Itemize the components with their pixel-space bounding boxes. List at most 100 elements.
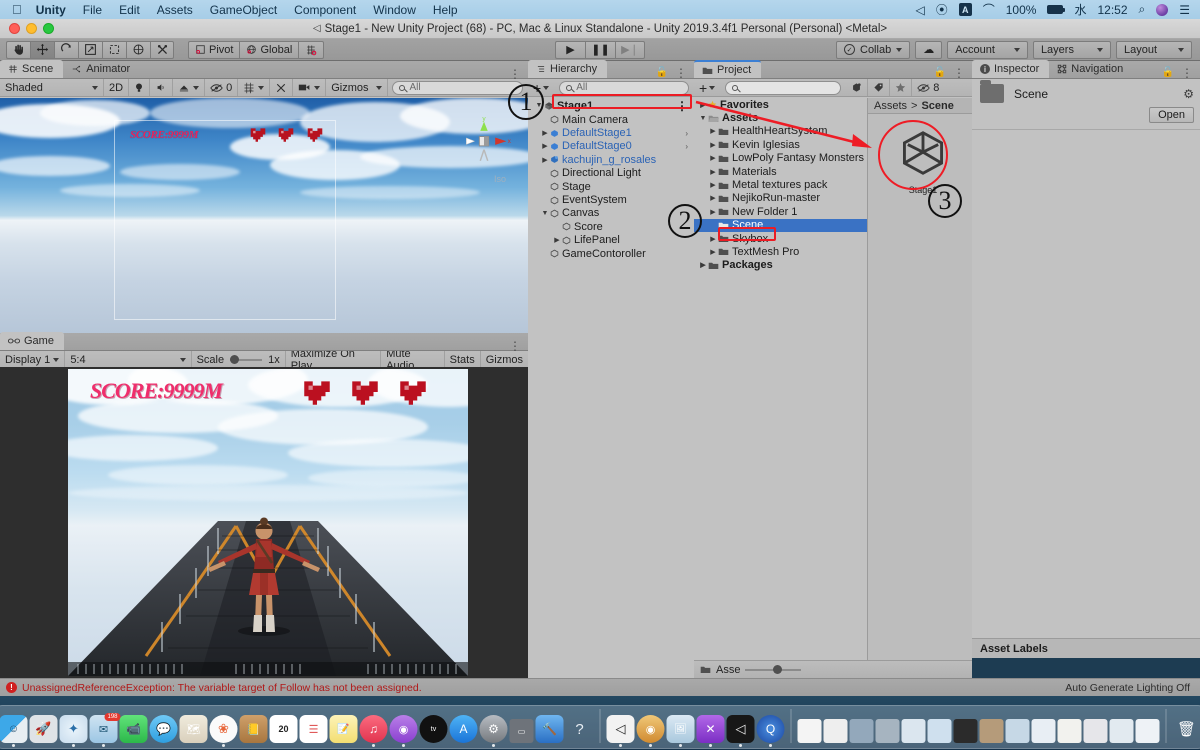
- xcode-icon[interactable]: 🔨: [535, 715, 564, 743]
- hierarchy-item[interactable]: Directional Light: [528, 167, 694, 180]
- tab-game[interactable]: Game: [0, 332, 64, 350]
- game-viewport[interactable]: SCORE:9999M: [0, 367, 528, 678]
- stats-button[interactable]: Stats: [445, 351, 481, 368]
- help-icon[interactable]: ?: [566, 715, 594, 743]
- visual-studio-code-icon[interactable]: ✕: [696, 715, 725, 747]
- facetime-icon[interactable]: 📹: [119, 715, 148, 743]
- prefab-chevron-icon[interactable]: ›: [685, 142, 694, 151]
- hierarchy-tree[interactable]: ▼ Stage1 ⋮ Main Camera ▶ DefaultStage1 ›…: [528, 98, 694, 678]
- unity-hub-icon[interactable]: ◁: [726, 715, 755, 747]
- game-options-menu[interactable]: ⋮: [509, 340, 521, 352]
- layers-button[interactable]: Layers: [1032, 40, 1111, 59]
- pause-button[interactable]: ❚❚: [585, 40, 615, 59]
- siri-icon[interactable]: [1156, 3, 1169, 16]
- inspector-options-menu[interactable]: ⋮: [1181, 67, 1193, 79]
- photos-icon[interactable]: ❀: [209, 715, 238, 747]
- asset-size-slider[interactable]: [745, 665, 802, 674]
- gear-icon[interactable]: ⚙: [1183, 87, 1194, 101]
- clock-time[interactable]: 12:52: [1097, 3, 1127, 17]
- messages-icon[interactable]: 💬: [149, 715, 178, 743]
- collab-button[interactable]: ✓ Collab: [836, 40, 911, 59]
- lightbulb-icon[interactable]: [129, 79, 151, 96]
- expand-arrow-icon[interactable]: ▶: [698, 101, 708, 109]
- scale-slider[interactable]: Scale 1x: [192, 351, 286, 368]
- expand-arrow-icon[interactable]: ▶: [540, 142, 550, 150]
- expand-arrow-icon[interactable]: ▶: [708, 127, 718, 135]
- prefab-chevron-icon[interactable]: ›: [685, 129, 694, 138]
- lock-icon[interactable]: 🔓: [656, 67, 668, 78]
- project-tree-item[interactable]: ▶ Kevin Iglesias: [694, 138, 867, 151]
- expand-arrow-icon[interactable]: ▶: [552, 236, 562, 244]
- mute-audio-button[interactable]: Mute Audio: [381, 348, 445, 372]
- collapse-arrow-icon[interactable]: ▼: [698, 115, 708, 122]
- status-bar[interactable]: ! UnassignedReferenceException: The vari…: [0, 678, 1200, 696]
- spotlight-search-icon[interactable]: ⌕: [1139, 2, 1146, 17]
- quicktime-icon[interactable]: Q: [756, 715, 785, 747]
- project-tree-item[interactable]: ▼ Assets: [694, 111, 867, 124]
- scene-camera-dropdown[interactable]: [293, 79, 327, 96]
- appletv-icon[interactable]: tv: [419, 715, 448, 743]
- scene-tools-icon[interactable]: [270, 79, 294, 96]
- mail-icon[interactable]: ✉ 198: [89, 713, 121, 747]
- slider-knob[interactable]: [773, 665, 783, 674]
- game-gizmos-button[interactable]: Gizmos: [481, 351, 528, 368]
- tab-hierarchy[interactable]: Hierarchy: [528, 60, 608, 78]
- scale-tool-button[interactable]: [78, 40, 102, 59]
- play-button[interactable]: ▶: [555, 40, 585, 59]
- expand-arrow-icon[interactable]: ▶: [708, 208, 718, 216]
- preview-icon[interactable]: 🖼: [666, 715, 695, 747]
- podcast-icon[interactable]: ⦿: [936, 1, 948, 18]
- project-tree-item[interactable]: ▶ New Folder 1: [694, 205, 867, 218]
- project-tree-item[interactable]: ▶ TextMesh Pro: [694, 245, 867, 258]
- system-preferences-icon[interactable]: ⚙: [479, 715, 508, 747]
- expand-arrow-icon[interactable]: ▶: [708, 235, 718, 243]
- menu-gameobject[interactable]: GameObject: [210, 3, 277, 17]
- project-tree-item[interactable]: ▶ Materials: [694, 165, 867, 178]
- hierarchy-item[interactable]: Main Camera: [528, 113, 694, 126]
- projection-mode-label[interactable]: Iso: [494, 174, 506, 184]
- lock-icon[interactable]: 🔓: [934, 67, 946, 78]
- expand-arrow-icon[interactable]: ▶: [708, 141, 718, 149]
- open-button[interactable]: Open: [1149, 107, 1194, 123]
- hierarchy-item[interactable]: ▶ DefaultStage1 ›: [528, 126, 694, 139]
- pivot-toggle-button[interactable]: Pivot: [188, 40, 240, 59]
- minimized-window-8[interactable]: [979, 719, 1004, 743]
- blender-icon[interactable]: ◉: [636, 715, 665, 747]
- rect-tool-button[interactable]: [102, 40, 126, 59]
- expand-arrow-icon[interactable]: ▶: [708, 194, 718, 202]
- minimized-window-5[interactable]: [901, 719, 926, 743]
- minimized-window-6[interactable]: [927, 719, 952, 743]
- minimized-window-11[interactable]: [1057, 719, 1082, 743]
- hierarchy-root-menu[interactable]: ⋮: [676, 100, 694, 112]
- podcasts-icon[interactable]: ◉: [389, 715, 418, 747]
- minimized-window-10[interactable]: [1031, 719, 1056, 743]
- custom-editor-tool-button[interactable]: [150, 40, 174, 59]
- hierarchy-stage1-row[interactable]: ▼ Stage1 ⋮: [528, 98, 694, 113]
- calendar-icon[interactable]: 20: [269, 715, 298, 743]
- hand-tool-button[interactable]: [6, 40, 30, 59]
- menu-component[interactable]: Component: [294, 3, 356, 17]
- minimized-window-13[interactable]: [1109, 719, 1134, 743]
- display-dropdown[interactable]: Display 1: [0, 351, 66, 368]
- project-tree-item[interactable]: ▶ Packages: [694, 259, 867, 272]
- project-tree-item[interactable]: ▶ LowPoly Fantasy Monsters P: [694, 152, 867, 165]
- terminal-icon[interactable]: ▭: [509, 719, 534, 743]
- apple-icon[interactable]: : [12, 3, 22, 16]
- gizmos-dropdown[interactable]: Gizmos: [326, 79, 389, 96]
- expand-arrow-icon[interactable]: ▶: [698, 261, 708, 269]
- hierarchy-item[interactable]: Stage: [528, 180, 694, 193]
- move-tool-button[interactable]: [30, 40, 54, 59]
- menu-unity[interactable]: Unity: [36, 3, 66, 17]
- layout-button[interactable]: Layout: [1115, 40, 1192, 59]
- minimized-window-2[interactable]: [823, 719, 848, 743]
- search-by-label-icon[interactable]: [868, 79, 891, 96]
- safari-icon[interactable]: ✦: [59, 715, 88, 747]
- scene-options-menu[interactable]: ⋮: [509, 68, 521, 80]
- scene-orientation-gizmo[interactable]: y x: [456, 116, 512, 172]
- minimized-window-14[interactable]: [1135, 719, 1160, 743]
- project-tree-item[interactable]: ▶ Favorites: [694, 98, 867, 111]
- project-tree-item[interactable]: ▶ Skybox: [694, 232, 867, 245]
- effects-dropdown[interactable]: [173, 79, 206, 96]
- hierarchy-options-menu[interactable]: ⋮: [675, 67, 687, 79]
- hierarchy-item[interactable]: ▶ LifePanel: [528, 234, 694, 247]
